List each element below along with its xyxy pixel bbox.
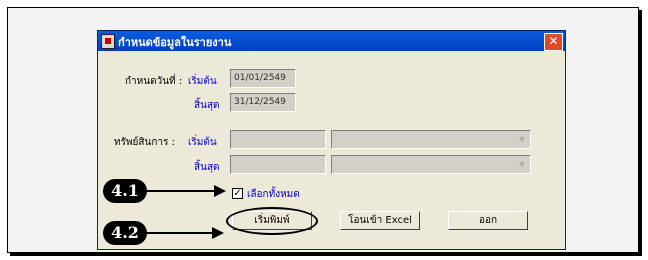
export-excel-button[interactable]: โอนเข้า Excel	[340, 211, 420, 230]
select-all-checkbox[interactable]: ✓	[232, 188, 243, 199]
window-title: กำหนดข้อมูลในรายงาน	[118, 36, 232, 49]
report-settings-dialog: กำหนดข้อมูลในรายงาน ✕ กำหนดวันที่ : เริ่…	[97, 30, 566, 250]
asset-end-label: สิ้นสุด	[194, 162, 220, 173]
asset-range-label: ทรัพย์สินการ :	[114, 137, 175, 148]
highlight-ellipse	[226, 207, 318, 235]
asset-end-code-field[interactable]	[230, 155, 326, 174]
date-start-field[interactable]: 01/01/2549	[230, 69, 296, 88]
asset-start-code-field[interactable]	[230, 130, 326, 149]
date-start-label: เริ่มต้น	[188, 76, 217, 87]
date-range-label: กำหนดวันที่ :	[125, 76, 183, 87]
callout-4-1: 4.1	[103, 179, 147, 203]
arrow-right-icon	[212, 227, 224, 239]
callout-4-2: 4.2	[103, 221, 147, 245]
asset-end-combo[interactable]: ▼	[331, 155, 531, 174]
close-icon[interactable]: ✕	[544, 33, 563, 51]
date-end-field[interactable]: 31/12/2549	[230, 93, 296, 112]
chevron-down-icon[interactable]: ▼	[515, 132, 529, 147]
date-end-label: สิ้นสุด	[194, 100, 220, 111]
callout-4-2-arrow-line	[146, 232, 214, 234]
chevron-down-icon[interactable]: ▼	[515, 157, 529, 172]
title-bar: กำหนดข้อมูลในรายงาน ✕	[98, 31, 565, 51]
asset-start-combo[interactable]: ▼	[331, 130, 531, 149]
app-icon	[101, 34, 115, 49]
asset-start-label: เริ่มต้น	[188, 137, 217, 148]
select-all-label: เลือกทั้งหมด	[247, 189, 300, 200]
exit-button[interactable]: ออก	[448, 211, 528, 230]
callout-4-1-arrow-line	[146, 190, 216, 192]
arrow-right-icon	[214, 185, 226, 197]
